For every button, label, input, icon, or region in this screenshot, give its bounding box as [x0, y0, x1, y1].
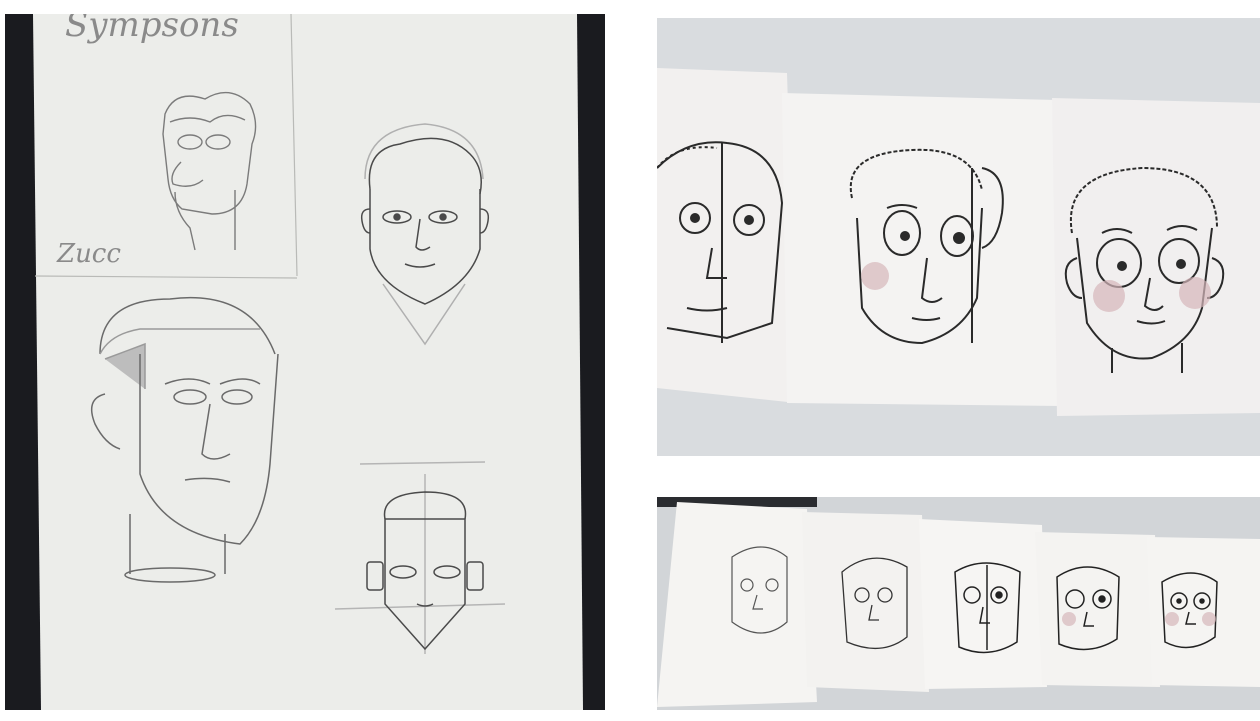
- cartoon-heads-photo: [657, 18, 1260, 456]
- head-sequence-photo: [657, 497, 1260, 710]
- cartoon-heads-image: [657, 18, 1260, 456]
- sympsons-caption: Sympsons: [65, 14, 239, 45]
- sketch-sheet-photo: Sympsons Zucc: [5, 14, 605, 710]
- head-sequence-image: [657, 497, 1260, 710]
- zucc-caption: Zucc: [56, 239, 121, 269]
- sketch-sheet-image: Sympsons Zucc: [5, 14, 605, 710]
